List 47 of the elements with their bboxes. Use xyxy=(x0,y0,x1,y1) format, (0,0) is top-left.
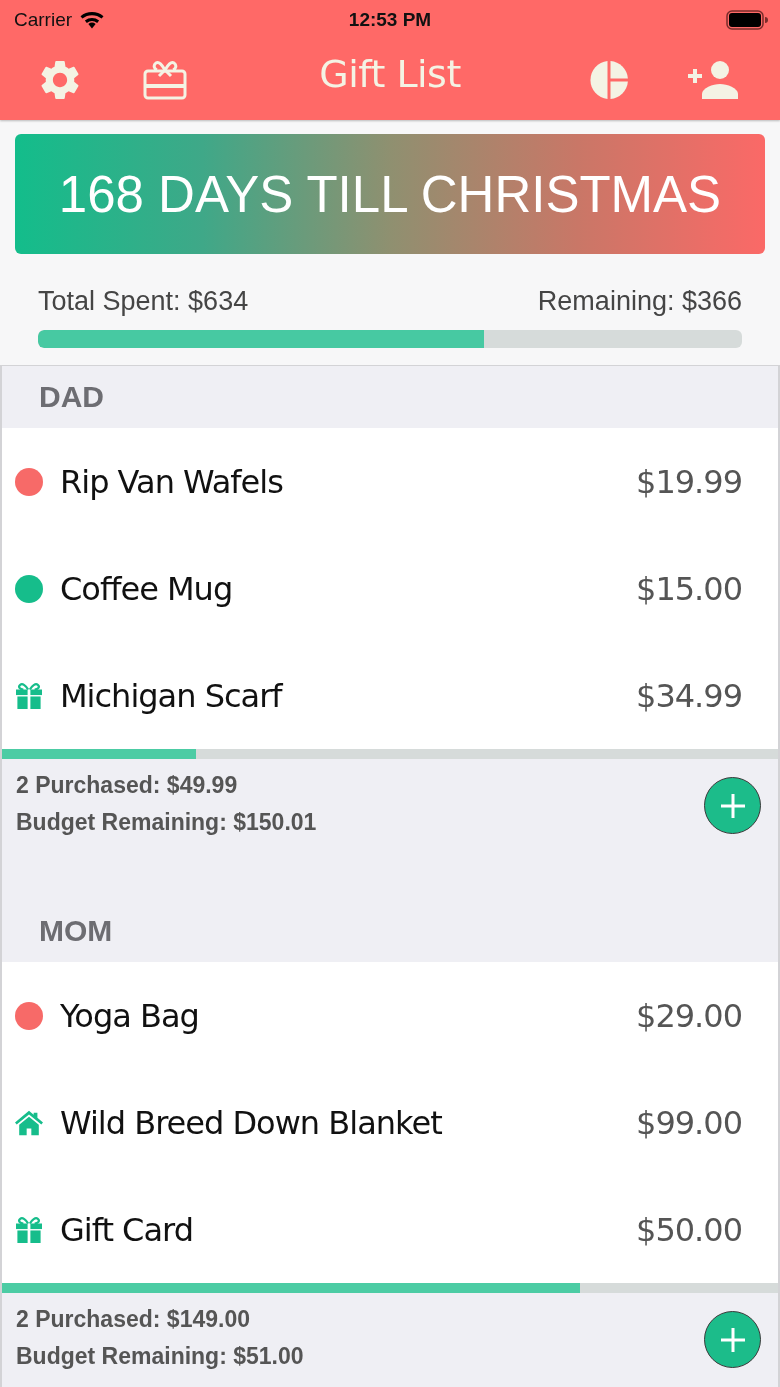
chart-button[interactable] xyxy=(590,61,628,99)
battery-icon xyxy=(726,10,768,30)
gift-card-button[interactable] xyxy=(143,60,187,100)
gift-name: Michigan Scarf xyxy=(60,676,284,715)
gift-row[interactable]: Michigan Scarf $34.99 xyxy=(2,642,778,749)
gift-price: $50.00 xyxy=(636,1210,742,1249)
gift-price: $19.99 xyxy=(636,462,742,501)
app-title: Gift List xyxy=(319,52,461,96)
gift-row[interactable]: Gift Card $50.00 xyxy=(2,1176,778,1283)
total-spent-text: Total Spent: $634 xyxy=(38,285,249,317)
add-person-icon xyxy=(688,61,740,99)
section-title: MOM xyxy=(39,914,113,948)
section-title: DAD xyxy=(39,380,104,414)
gift-price: $34.99 xyxy=(636,676,742,715)
gift-icon xyxy=(15,1216,43,1243)
countdown-banner: 168 DAYS TILL CHRISTMAS xyxy=(15,134,765,254)
remaining-text: Remaining: $366 xyxy=(537,285,742,317)
wifi-icon xyxy=(80,11,105,29)
gift-name: Gift Card xyxy=(60,1210,194,1249)
gift-price: $15.00 xyxy=(636,569,742,608)
plus-icon xyxy=(720,793,745,818)
gift-row[interactable]: Coffee Mug $15.00 xyxy=(2,535,778,642)
gift-price: $99.00 xyxy=(636,1103,742,1142)
gift-name: Rip Van Wafels xyxy=(60,462,284,501)
house-icon xyxy=(15,1109,43,1136)
add-gift-button[interactable] xyxy=(704,777,761,834)
pie-chart-icon xyxy=(590,61,628,99)
gift-icon xyxy=(15,682,43,709)
purchased-summary: 2 Purchased: $49.99 xyxy=(16,771,239,800)
settings-icon xyxy=(41,60,79,100)
gift-name: Wild Breed Down Blanket xyxy=(60,1103,443,1142)
budget-remaining-text: Budget Remaining: $51.00 xyxy=(16,1342,304,1371)
budget-remaining-text: Budget Remaining: $150.01 xyxy=(16,808,317,837)
gift-name: Coffee Mug xyxy=(60,569,234,608)
gift-box-icon xyxy=(143,60,187,100)
clock-text: 12:53 PM xyxy=(348,9,432,31)
carrier-text: Carrier xyxy=(14,9,73,31)
add-gift-button[interactable] xyxy=(704,1311,761,1368)
gift-row[interactable]: Rip Van Wafels $19.99 xyxy=(2,428,778,535)
gift-price: $29.00 xyxy=(636,996,742,1035)
gift-row[interactable]: Wild Breed Down Blanket $99.00 xyxy=(2,1069,778,1176)
settings-button[interactable] xyxy=(41,60,79,100)
gift-name: Yoga Bag xyxy=(60,996,200,1035)
purchased-summary: 2 Purchased: $149.00 xyxy=(16,1305,251,1334)
gift-row[interactable]: Yoga Bag $29.00 xyxy=(2,962,778,1069)
add-person-button[interactable] xyxy=(688,61,740,99)
plus-icon xyxy=(720,1327,745,1352)
